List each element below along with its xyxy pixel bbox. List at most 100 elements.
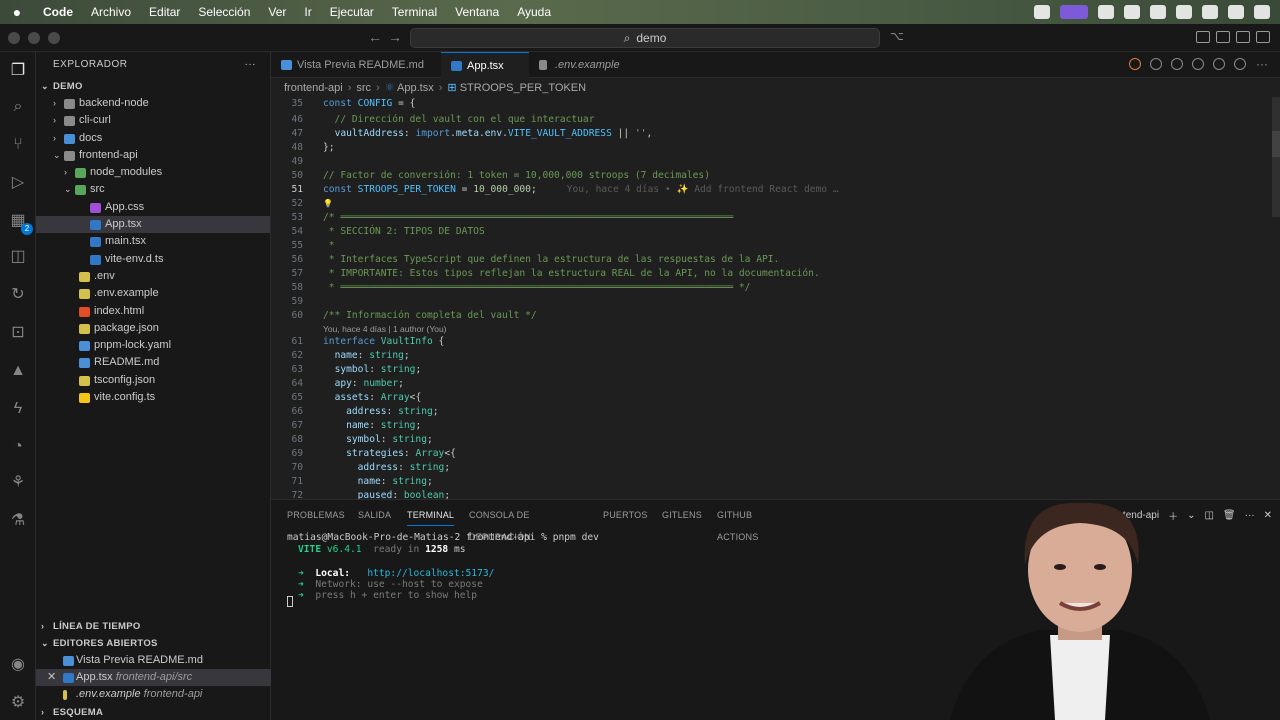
- folder-item[interactable]: › cli-curl: [36, 112, 270, 129]
- close-icon[interactable]: ✕: [47, 669, 57, 686]
- code-line[interactable]: 71 name: string;: [271, 475, 1271, 489]
- more-actions-icon[interactable]: ···: [1256, 57, 1268, 71]
- outline-section[interactable]: › ESQUEMA: [36, 704, 271, 720]
- code-line[interactable]: 54 * SECCIÓN 2: TIPOS DE DATOS: [271, 225, 1271, 239]
- code-editor[interactable]: 35 const CONFIG = { 46 // Dirección del va…: [271, 97, 1280, 499]
- code-line[interactable]: 70 address: string;: [271, 461, 1271, 475]
- code-line[interactable]: 51 const STROOPS_PER_TOKEN = 10_000_000; Y…: [271, 183, 1271, 197]
- code-line[interactable]: 49: [271, 155, 1271, 169]
- close-window-button[interactable]: [8, 32, 20, 44]
- more-actions-icon[interactable]: ···: [1245, 510, 1255, 521]
- timer-icon[interactable]: ◔: [9, 438, 27, 456]
- file-item[interactable]: .env: [36, 268, 270, 285]
- tab-app-tsx[interactable]: App.tsx: [441, 52, 529, 78]
- folder-item[interactable]: › node_modules: [36, 164, 270, 181]
- file-item[interactable]: index.html: [36, 303, 270, 320]
- circle-icon[interactable]: [1171, 58, 1183, 70]
- sun-icon[interactable]: [1129, 58, 1141, 70]
- file-item[interactable]: vite.config.ts: [36, 389, 270, 406]
- toggle-panel-icon[interactable]: [1236, 31, 1250, 43]
- code-line[interactable]: 46 // Dirección del vault con el que int…: [271, 113, 1271, 127]
- codelens-blame[interactable]: You, hace 4 días | 1 author (You): [323, 323, 447, 335]
- minimize-window-button[interactable]: [28, 32, 40, 44]
- code-line[interactable]: 59: [271, 295, 1271, 309]
- source-control-icon[interactable]: ⑂: [9, 136, 27, 154]
- forward-arrow-icon[interactable]: →: [388, 29, 402, 45]
- testing-icon[interactable]: ⚗: [9, 512, 27, 530]
- local-url[interactable]: http://localhost:5173/: [367, 568, 494, 579]
- command-center-search[interactable]: ⌕ demo: [410, 28, 880, 48]
- account-icon[interactable]: ◉: [9, 656, 27, 674]
- menu-item[interactable]: Ir: [295, 5, 320, 19]
- panel-tab[interactable]: TERMINAL: [407, 504, 455, 526]
- customize-layout-icon[interactable]: [1196, 31, 1210, 43]
- compare-icon[interactable]: [1192, 58, 1204, 70]
- open-editor-item[interactable]: .env.example frontend-api: [36, 686, 271, 703]
- remote-explorer-icon[interactable]: ◫: [9, 248, 27, 266]
- open-changes-icon[interactable]: [1213, 58, 1225, 70]
- history-icon[interactable]: [1150, 58, 1162, 70]
- panel-tab[interactable]: PUERTOS: [603, 504, 648, 526]
- gitlens-icon[interactable]: ↻: [9, 286, 27, 304]
- file-item[interactable]: .env.example: [36, 285, 270, 302]
- back-arrow-icon[interactable]: ←: [368, 29, 382, 45]
- status-icon[interactable]: [1098, 5, 1114, 19]
- code-line[interactable]: 55 *: [271, 239, 1271, 253]
- code-line[interactable]: 56 * Interfaces TypeScript que definen l…: [271, 253, 1271, 267]
- toggle-secondary-sidebar-icon[interactable]: [1256, 31, 1270, 43]
- menu-item[interactable]: Code: [34, 5, 82, 19]
- code-line[interactable]: 35 const CONFIG = {: [271, 97, 1271, 111]
- menu-item[interactable]: Ayuda: [508, 5, 560, 19]
- code-line[interactable]: 48};: [271, 141, 1271, 155]
- open-editor-item-active[interactable]: ✕ App.tsx frontend-api/src: [36, 669, 271, 687]
- code-line[interactable]: 57 * IMPORTANTE: Estos tipos reflejan la…: [271, 267, 1271, 281]
- copilot-icon[interactable]: ⌥: [890, 29, 904, 43]
- panel-tab[interactable]: GITHUB ACTIONS: [717, 504, 758, 542]
- folder-item[interactable]: › docs: [36, 130, 270, 147]
- more-actions-icon[interactable]: ···: [245, 52, 257, 78]
- timeline-section[interactable]: › LÍNEA DE TIEMPO: [36, 618, 271, 635]
- bluetooth-icon[interactable]: [1124, 5, 1140, 19]
- folder-item[interactable]: ⌄ frontend-api: [36, 147, 270, 164]
- code-line[interactable]: 60 /** Información completa del vault */: [271, 309, 1271, 323]
- split-editor-icon[interactable]: [1234, 58, 1246, 70]
- workspace-root[interactable]: ⌄ DEMO: [36, 78, 270, 95]
- wifi-icon[interactable]: [1202, 5, 1218, 19]
- display-icon[interactable]: [1176, 5, 1192, 19]
- file-item[interactable]: main.tsx: [36, 233, 270, 250]
- code-line[interactable]: 61 interface VaultInfo {: [271, 335, 1271, 349]
- breadcrumb-item[interactable]: App.tsx: [397, 82, 434, 94]
- breadcrumb-item[interactable]: src: [356, 82, 371, 94]
- file-item[interactable]: README.md: [36, 354, 270, 371]
- file-item[interactable]: tsconfig.json: [36, 372, 270, 389]
- lightbulb-icon[interactable]: 💡: [323, 199, 333, 208]
- tab-env-example[interactable]: .env.example: [529, 52, 629, 78]
- extensions-icon[interactable]: ▦ 2: [9, 212, 33, 235]
- toggle-sidebar-icon[interactable]: [1216, 31, 1230, 43]
- docker-icon[interactable]: ⚘: [9, 474, 27, 492]
- code-line[interactable]: 47 vaultAddress: import.meta.env.VITE_VA…: [271, 127, 1271, 141]
- menu-item[interactable]: Selección: [189, 5, 259, 19]
- zoom-window-button[interactable]: [48, 32, 60, 44]
- panel-tab[interactable]: CONSOLA DE DEPURACIÓN: [469, 504, 531, 542]
- code-line[interactable]: 67 name: string;: [271, 419, 1271, 433]
- file-item[interactable]: package.json: [36, 320, 270, 337]
- database-icon[interactable]: ▲: [9, 362, 27, 380]
- play-icon[interactable]: [1228, 5, 1244, 19]
- battery-icon[interactable]: [1254, 5, 1270, 19]
- folder-item[interactable]: › backend-node: [36, 95, 270, 112]
- editor-scrollbar[interactable]: [1272, 97, 1280, 217]
- status-icon[interactable]: [1034, 5, 1050, 19]
- breadcrumb-item[interactable]: STROOPS_PER_TOKEN: [460, 82, 586, 94]
- menu-item[interactable]: Ejecutar: [321, 5, 383, 19]
- breadcrumb-item[interactable]: frontend-api: [284, 82, 343, 94]
- code-line[interactable]: 63 symbol: string;: [271, 363, 1271, 377]
- code-line[interactable]: 66 address: string;: [271, 405, 1271, 419]
- editor-scrollbar-thumb[interactable]: [1272, 131, 1280, 157]
- explorer-icon[interactable]: ❐: [9, 62, 27, 80]
- file-item[interactable]: vite-env.d.ts: [36, 251, 270, 268]
- code-line[interactable]: 62 name: string;: [271, 349, 1271, 363]
- search-icon[interactable]: ⌕: [9, 98, 27, 116]
- phone-icon[interactable]: [1150, 5, 1166, 19]
- panel-tab[interactable]: GITLENS: [662, 504, 702, 526]
